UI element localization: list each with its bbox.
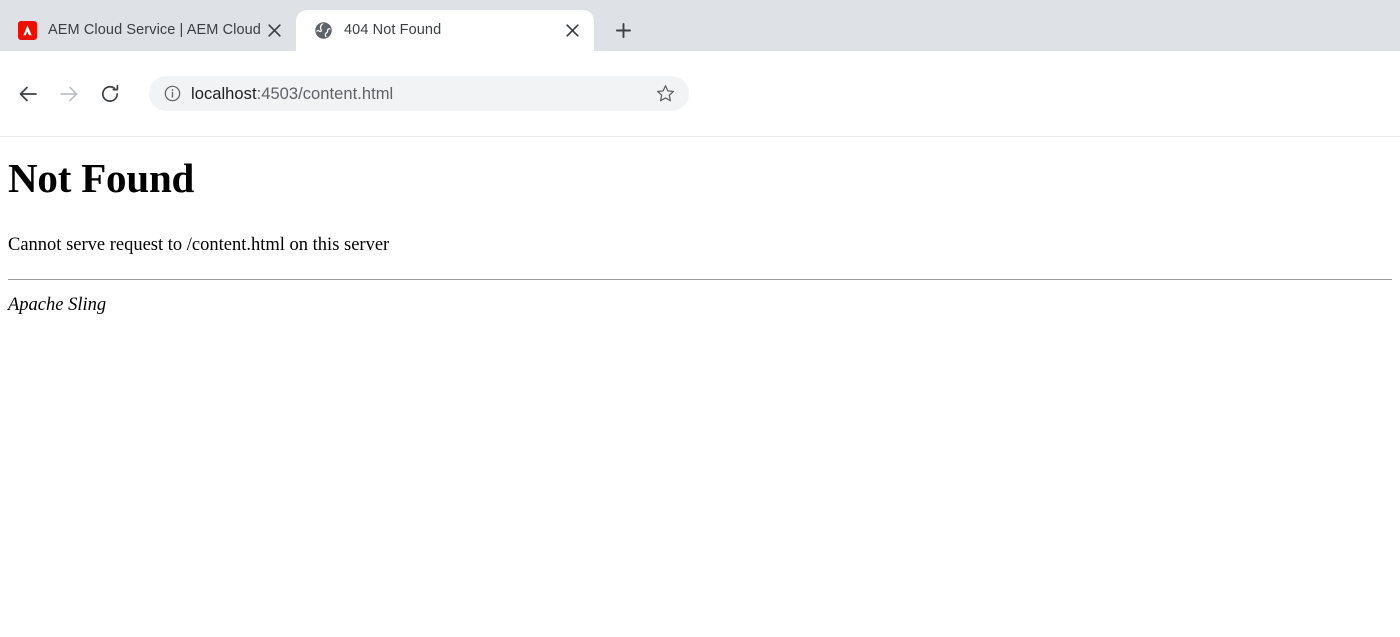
globe-icon bbox=[314, 21, 333, 40]
error-message: Cannot serve request to /content.html on… bbox=[8, 235, 390, 255]
browser-toolbar: localhost:4503/content.html bbox=[0, 51, 1400, 137]
browser-window: AEM Cloud Service | AEM Cloud S 404 Not … bbox=[0, 0, 1400, 637]
bookmark-star-icon[interactable] bbox=[651, 80, 679, 108]
tab-close-icon[interactable] bbox=[559, 18, 585, 44]
server-signature: Apache Sling bbox=[8, 295, 107, 316]
tab-aem-cloud-service[interactable]: AEM Cloud Service | AEM Cloud S bbox=[0, 10, 296, 51]
reload-icon bbox=[99, 83, 121, 105]
page-content: Not Found Cannot serve request to /conte… bbox=[0, 137, 1400, 637]
tab-strip: AEM Cloud Service | AEM Cloud S 404 Not … bbox=[0, 0, 1400, 51]
forward-button[interactable] bbox=[51, 76, 87, 112]
arrow-right-icon bbox=[58, 83, 80, 105]
back-button[interactable] bbox=[10, 76, 46, 112]
tab-404-not-found[interactable]: 404 Not Found bbox=[296, 10, 594, 51]
content-divider bbox=[8, 279, 1392, 281]
info-circle-icon[interactable] bbox=[158, 80, 186, 108]
new-tab-button[interactable] bbox=[606, 13, 640, 47]
tab-title: AEM Cloud Service | AEM Cloud S bbox=[48, 22, 261, 38]
address-bar[interactable]: localhost:4503/content.html bbox=[149, 76, 689, 111]
url-host: localhost bbox=[191, 84, 257, 103]
adobe-logo-icon bbox=[18, 21, 37, 40]
reload-button[interactable] bbox=[92, 76, 128, 112]
tab-close-icon[interactable] bbox=[261, 18, 287, 44]
arrow-left-icon bbox=[17, 83, 39, 105]
page-title: Not Found bbox=[8, 155, 195, 201]
url-path: :4503/content.html bbox=[256, 84, 394, 103]
tab-title: 404 Not Found bbox=[344, 22, 442, 38]
address-bar-url[interactable]: localhost:4503/content.html bbox=[186, 84, 651, 104]
